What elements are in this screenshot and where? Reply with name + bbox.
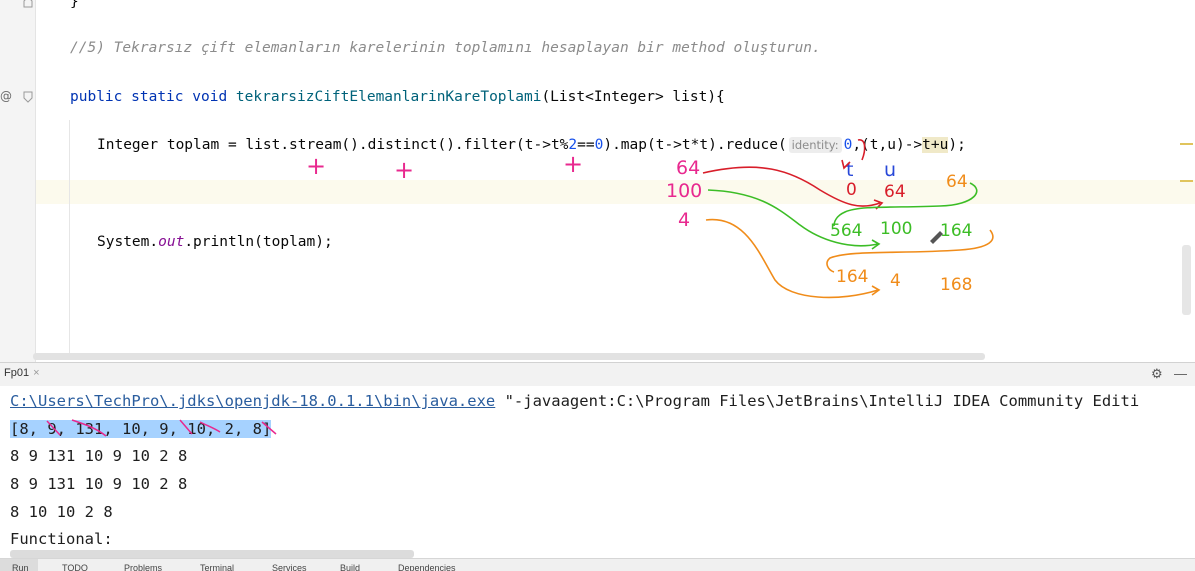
override-marker-icon[interactable]: @ — [0, 89, 12, 103]
stream-end: ); — [948, 137, 966, 153]
fold-end-icon[interactable] — [23, 0, 33, 8]
carry-arrow-164 — [826, 229, 994, 273]
console-output-line: 8 9 131 10 9 10 2 8 — [10, 447, 188, 465]
warning-stripe-marker[interactable] — [1180, 180, 1193, 182]
method-name[interactable]: tekrarsizCiftElemanlarinKareToplami — [236, 89, 542, 105]
run-tab-label: Fp01 — [4, 367, 30, 379]
closing-brace: } — [70, 0, 79, 10]
keyword-public: public — [70, 89, 123, 105]
stream-part-1: Integer toplam = list.stream().distinct(… — [97, 137, 569, 153]
fold-icon[interactable] — [23, 91, 33, 103]
indent-guide — [69, 120, 70, 360]
acc-64: 564 — [830, 221, 862, 241]
code-editor[interactable]: @ } //5) Tekrarsız çift elemanların kare… — [0, 0, 1195, 362]
column-label-t: t — [846, 159, 853, 181]
method-signature: public static void tekrarsizCiftElemanla… — [70, 87, 725, 107]
flow-arrow-head — [871, 239, 881, 250]
run-panel-header: Fp01 × ⚙ — — [0, 362, 1195, 387]
console-output-line: 8 10 10 2 8 — [10, 503, 113, 521]
tool-window-bar: Run TODO Problems Terminal Services Buil… — [0, 558, 1195, 571]
identity-parameter-hint: identity: — [788, 137, 842, 153]
run-console[interactable]: C:\Users\TechPro\.jdks\openjdk-18.0.1.1\… — [0, 386, 1195, 558]
result-168: 168 — [940, 275, 972, 295]
u-100: 100 — [880, 219, 912, 239]
literal-2: 2 — [568, 137, 578, 153]
column-label-u: u — [884, 159, 896, 181]
gear-icon[interactable]: ⚙ — [1151, 366, 1163, 382]
print-suffix: .println(toplam); — [184, 234, 333, 250]
out-field: out — [158, 234, 185, 250]
flow-arrow-head — [871, 285, 881, 296]
stream-statement: Integer toplam = list.stream().distinct(… — [97, 135, 966, 155]
pen-cursor-icon — [930, 231, 943, 244]
sum-expression: t+u — [922, 137, 949, 153]
flow-arrow-4 — [705, 218, 879, 299]
close-icon[interactable]: × — [33, 367, 39, 379]
stream-part-2: ).map(t->t*t).reduce( — [603, 137, 787, 153]
run-tab[interactable]: Fp01 × — [4, 367, 40, 379]
editor-gutter[interactable] — [0, 0, 35, 362]
minimize-icon[interactable]: — — [1174, 366, 1187, 381]
console-output-line: 8 9 131 10 9 10 2 8 — [10, 475, 188, 493]
input-value-4: 4 — [678, 209, 690, 231]
print-prefix: System. — [97, 234, 159, 250]
strike-annotations — [46, 419, 277, 437]
result-164: 164 — [940, 221, 972, 241]
current-line-highlight — [36, 180, 1195, 204]
command-line: C:\Users\TechPro\.jdks\openjdk-18.0.1.1\… — [10, 390, 1139, 412]
print-statement: System.out.println(toplam); — [97, 232, 333, 252]
keyword-static: static — [131, 89, 184, 105]
stream-part-3: ,(t,u)-> — [852, 137, 923, 153]
editor-horizontal-scrollbar[interactable] — [33, 353, 985, 360]
keyword-void: void — [192, 89, 228, 105]
u-4: 4 — [890, 271, 901, 291]
java-exe-link[interactable]: C:\Users\TechPro\.jdks\openjdk-18.0.1.1\… — [10, 392, 495, 410]
editor-vertical-scrollbar[interactable] — [1182, 245, 1191, 315]
task-comment: //5) Tekrarsız çift elemanların kareleri… — [70, 40, 821, 56]
warning-stripe-marker[interactable] — [1180, 143, 1193, 145]
console-output-line: Functional: — [10, 530, 113, 548]
input-value-64: 64 — [676, 157, 700, 179]
method-params: (List<Integer> list){ — [541, 89, 725, 105]
plus-mark: + — [306, 152, 326, 180]
console-horizontal-scrollbar[interactable] — [10, 550, 414, 558]
equals-op: == — [577, 137, 595, 153]
java-args: "-javaagent:C:\Program Files\JetBrains\I… — [495, 392, 1140, 410]
acc-164: 164 — [836, 267, 868, 287]
